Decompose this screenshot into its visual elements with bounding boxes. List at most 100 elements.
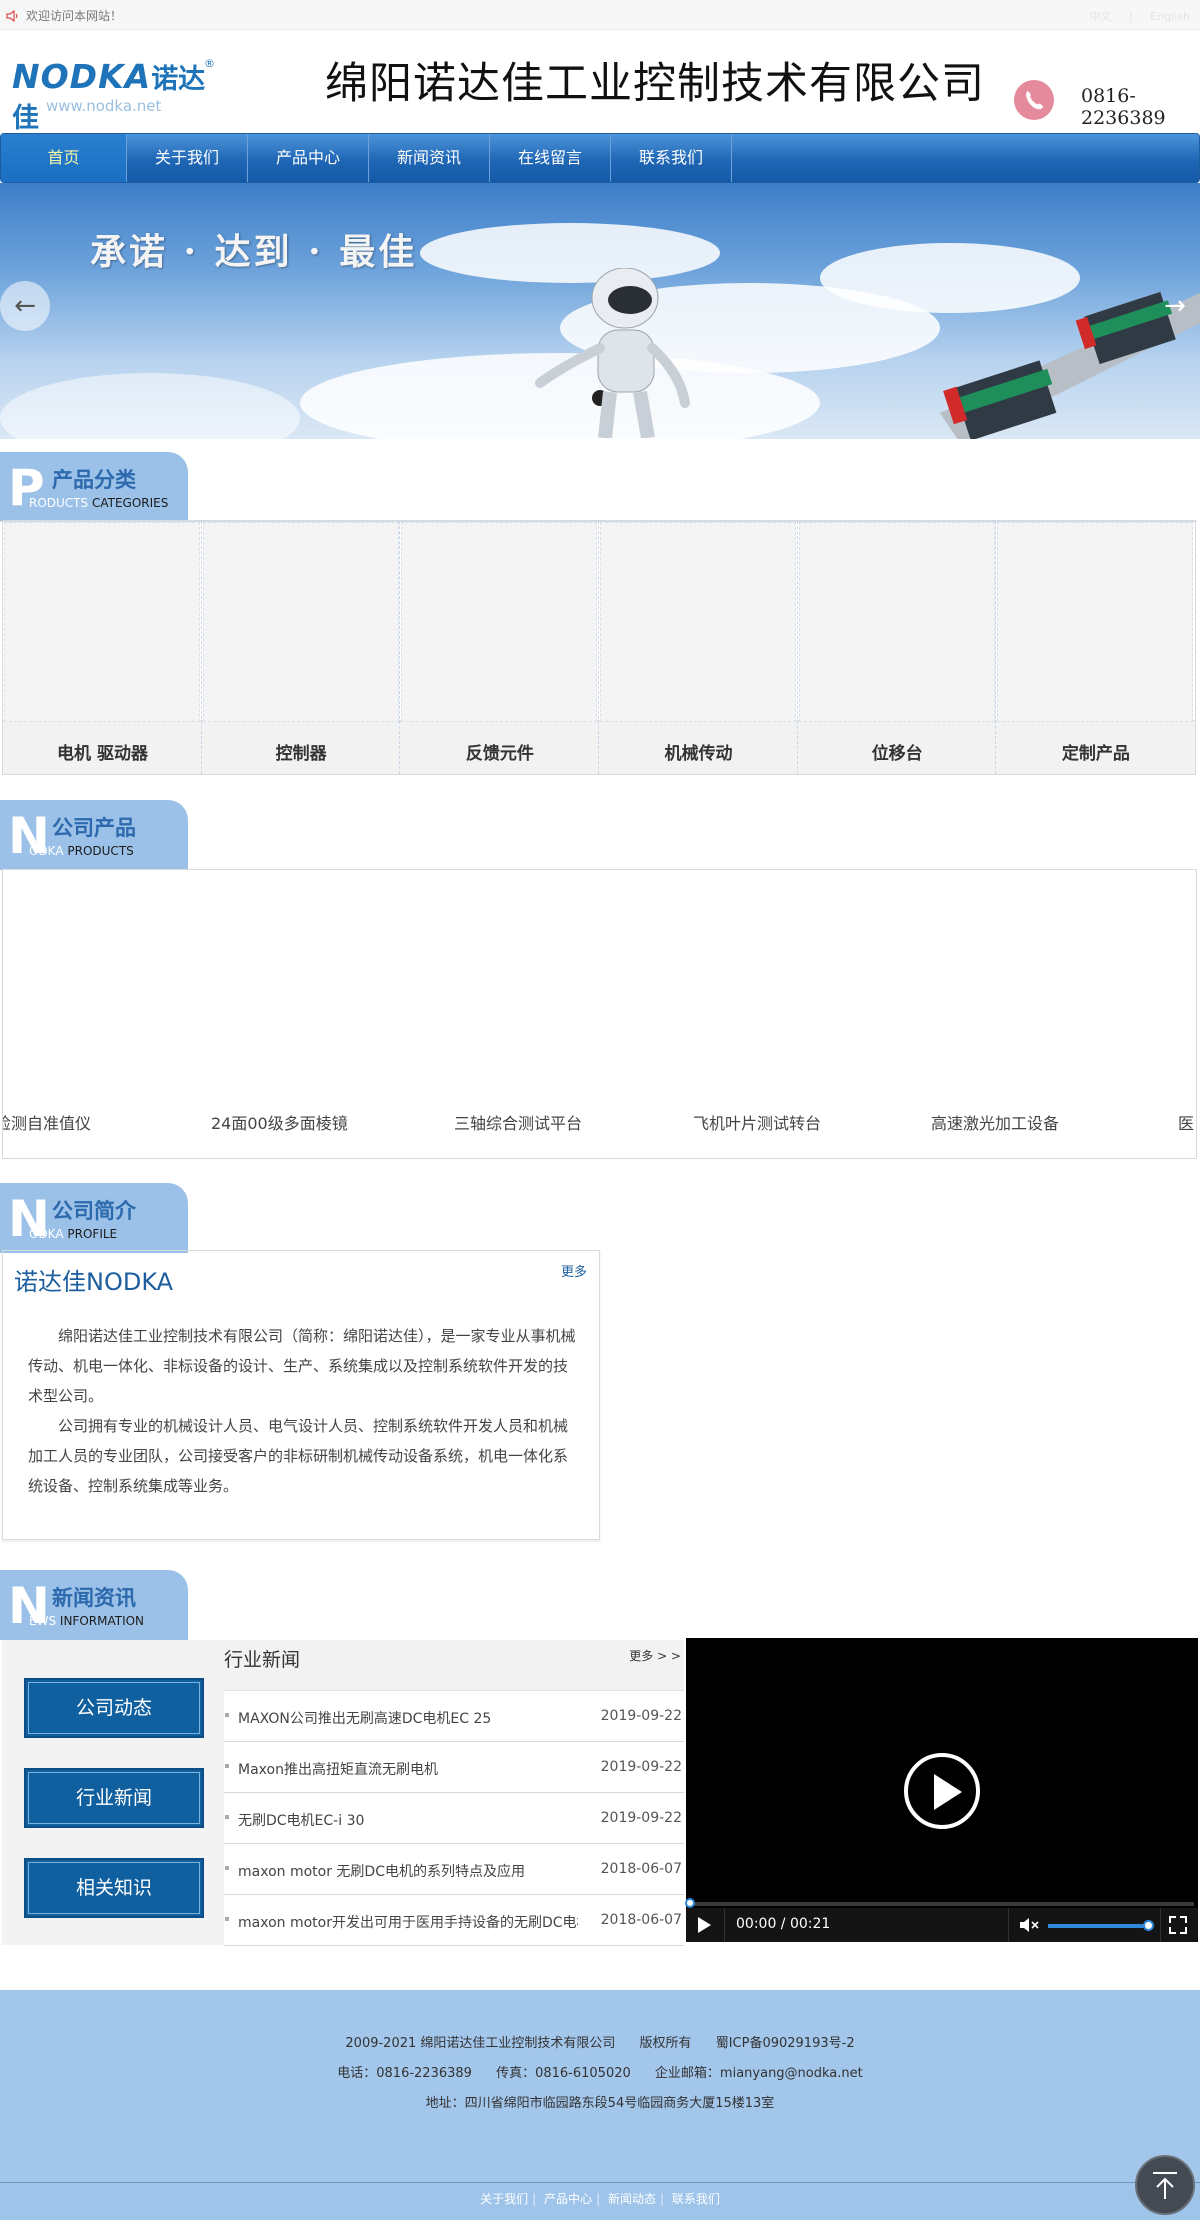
category-image [4,522,200,722]
product-carousel: 光电检测自准值仪 24面00级多面棱镜 三轴综合测试平台 飞机叶片测试转台 高速… [2,869,1197,1159]
news-row[interactable]: 无刷DC电机EC-i 30 2019-09-22 [224,1793,684,1844]
news-category-company-button[interactable]: 公司动态 [24,1678,204,1738]
news-date: 2019-09-22 [600,1708,682,1724]
category-item[interactable]: 控制器 [202,521,401,774]
fullscreen-icon[interactable] [1169,1916,1187,1934]
nav-item-about[interactable]: 关于我们 [127,134,248,182]
category-label: 电机 驱动器 [57,744,148,764]
category-label: 反馈元件 [465,744,534,764]
news-list-title: 行业新闻 [224,1649,301,1671]
footer-link-news[interactable]: 新闻动态 [608,2192,656,2206]
speaker-icon [6,9,18,22]
news-category-industry-button[interactable]: 行业新闻 [24,1768,204,1828]
nav-item-home[interactable]: 首页 [1,134,127,182]
footer-address: 地址：四川省绵阳市临园路东段54号临园商务大厦15楼13室 [425,2096,775,2111]
nav-item-contact[interactable]: 联系我们 [611,134,732,182]
play-icon[interactable] [698,1917,711,1933]
video-player[interactable]: 00:00 / 00:21 [685,1638,1198,1942]
section-title: 公司简介 [52,1199,136,1223]
product-item[interactable]: 医 [1178,1110,1194,1134]
category-item[interactable]: 电机 驱动器 [3,521,202,774]
news-more-link[interactable]: 更多 > > [629,1647,681,1664]
category-grid: 电机 驱动器 控制器 反馈元件 机械传动 位移台 定制产品 [2,520,1196,775]
site-logo[interactable]: NODKA诺达佳 ® www.nodka.net [12,57,222,134]
page: 欢迎访问本网站！ 中文 | English NODKA诺达佳 ® www.nod… [0,0,1200,2220]
hero-banner: 承诺 · 达到 · 最佳 ← → [0,183,1200,439]
footer-icp-link[interactable]: 蜀ICP备09029193号-2 [716,2036,855,2051]
product-item[interactable]: 飞机叶片测试转台 [693,1110,821,1134]
category-item[interactable]: 位移台 [798,521,997,774]
play-icon[interactable] [904,1753,980,1829]
news-row[interactable]: maxon motor开发出可用于医用手持设备的无刷DC电机 2018-06-0… [224,1895,684,1946]
nav-item-message[interactable]: 在线留言 [490,134,611,182]
news-row[interactable]: Maxon推出高扭矩直流无刷电机 2019-09-22 [224,1742,684,1793]
video-progress-handle[interactable] [685,1898,695,1908]
video-progress-bar[interactable] [690,1902,1194,1906]
news-title: maxon motor 无刷DC电机的系列特点及应用 [238,1864,525,1880]
category-label: 机械传动 [664,744,733,764]
lang-english-link[interactable]: English [1150,10,1190,23]
footer-copyright: 2009-2021 绵阳诺达佳工业控制技术有限公司 [345,2036,616,2051]
profile-paragraph: 公司拥有专业的机械设计人员、电气设计人员、控制系统软件开发人员和机械加工人员的专… [28,1417,569,1495]
footer-rights: 版权所有 [639,2036,692,2051]
category-label: 定制产品 [1061,744,1130,764]
logo-brand: NODKA [12,57,152,96]
lang-chinese-link[interactable]: 中文 [1090,10,1112,23]
news-row[interactable]: MAXON公司推出无刷高速DC电机EC 25 2019-09-22 [224,1691,684,1742]
news-category-knowledge-button[interactable]: 相关知识 [24,1858,204,1918]
news-list: 行业新闻 更多 > > MAXON公司推出无刷高速DC电机EC 25 2019-… [224,1640,684,1946]
volume-slider-handle[interactable] [1143,1920,1154,1931]
robot-illustration [535,268,690,438]
footer-link-contact[interactable]: 联系我们 [672,2192,720,2206]
section-title: 新闻资讯 [52,1586,136,1610]
banner-next-arrow-icon[interactable]: → [1150,281,1200,331]
volume-slider[interactable] [1048,1924,1148,1928]
banner-slogan: 承诺 · 达到 · 最佳 [90,231,418,273]
category-image [600,522,797,722]
footer-link-about[interactable]: 关于我们 [480,2192,528,2206]
news-title: MAXON公司推出无刷高速DC电机EC 25 [238,1711,492,1727]
language-switch: 中文 | English [1089,10,1190,23]
back-to-top-button[interactable] [1135,2155,1195,2215]
bullet-icon [225,1917,229,1921]
profile-heading: 诺达佳NODKA [14,1268,174,1296]
product-item[interactable]: 高速激光加工设备 [931,1110,1059,1134]
category-image [202,522,399,722]
section-tab-profile: N 公司简介 ODKA PROFILE [0,1183,188,1253]
category-label: 控制器 [275,744,327,764]
section-tab-news: N 新闻资讯 EWS INFORMATION [0,1570,188,1640]
news-category-sidebar: 公司动态 行业新闻 相关知识 [2,1640,224,1945]
category-item[interactable]: 机械传动 [599,521,798,774]
banner-prev-arrow-icon[interactable]: ← [0,281,50,331]
product-item[interactable]: 三轴综合测试平台 [454,1110,582,1134]
welcome-notice: 欢迎访问本网站！ [6,7,122,24]
control-divider [1160,1908,1161,1942]
category-item[interactable]: 反馈元件 [400,521,600,774]
nav-item-news[interactable]: 新闻资讯 [369,134,490,182]
footer-tel: 电话：0816-2236389 [337,2066,472,2081]
section-subtitle: ODKA PRODUCTS [29,844,134,858]
profile-paragraph: 绵阳诺达佳工业控制技术有限公司（简称：绵阳诺达佳），是一家专业从事机械传动、机电… [28,1327,576,1405]
category-item[interactable]: 定制产品 [996,521,1195,774]
welcome-text: 欢迎访问本网站！ [26,9,123,23]
banner-cloud [0,373,300,439]
company-name: 绵阳诺达佳工业控制技术有限公司 [325,59,985,109]
news-date: 2019-09-22 [600,1810,682,1826]
news-row[interactable]: maxon motor 无刷DC电机的系列特点及应用 2018-06-07 [224,1844,684,1895]
footer-copyright-line: 2009-2021 绵阳诺达佳工业控制技术有限公司 版权所有 蜀ICP备0902… [0,2032,1200,2051]
section-subtitle: EWS INFORMATION [29,1614,145,1628]
volume-icon[interactable] [1019,1916,1041,1934]
main-nav: 首页 关于我们 产品中心 新闻资讯 在线留言 联系我们 [0,133,1200,183]
bullet-icon [225,1815,229,1819]
footer-contact-line: 电话：0816-2236389 传真：0816-6105020 企业邮箱：mia… [0,2062,1200,2081]
nav-item-products[interactable]: 产品中心 [248,134,369,182]
product-item[interactable]: 24面00级多面棱镜 [211,1110,348,1134]
section-tab-categories: P 产品分类 RODUCTS CATEGORIES [0,452,188,522]
profile-more-link[interactable]: 更多 [561,1261,587,1280]
control-divider [724,1908,725,1942]
footer-link-products[interactable]: 产品中心 [544,2192,592,2206]
product-item[interactable]: 光电检测自准值仪 [3,1110,91,1134]
bullet-icon [225,1713,229,1717]
news-list-header: 行业新闻 更多 > > [224,1640,684,1691]
news-title: Maxon推出高扭矩直流无刷电机 [238,1762,438,1778]
